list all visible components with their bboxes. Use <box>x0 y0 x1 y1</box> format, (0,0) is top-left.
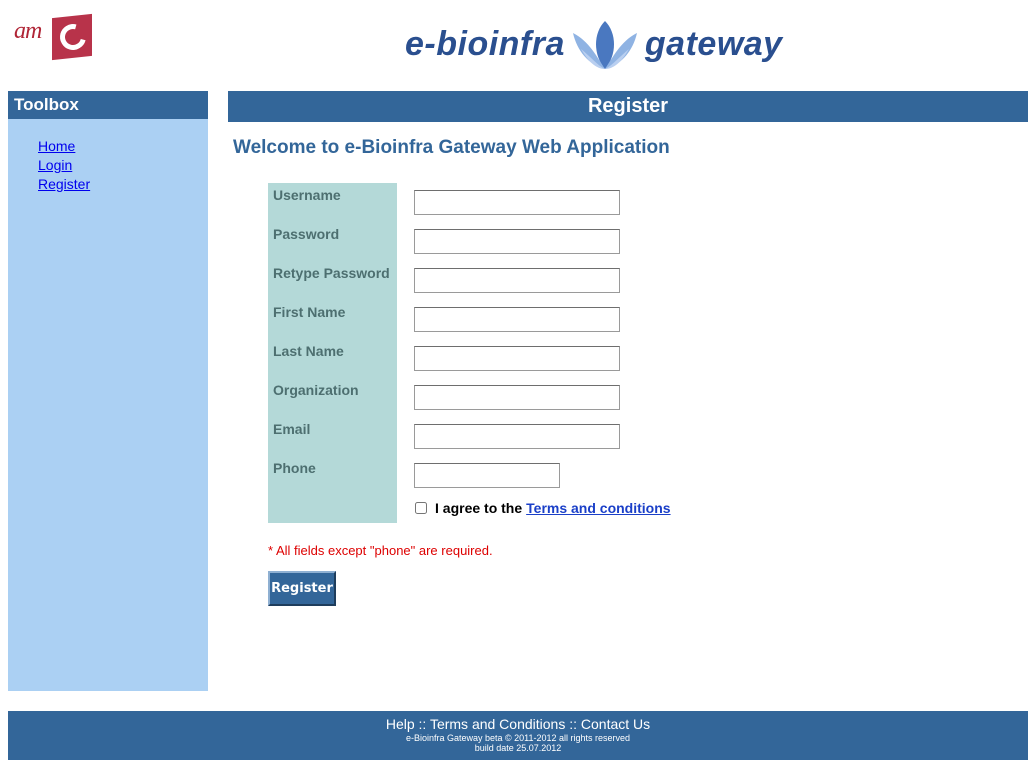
sidebar-title: Toolbox <box>8 91 208 119</box>
form-labels-panel: Username Password Retype Password First … <box>268 183 397 523</box>
footer-links: Help :: Terms and Conditions :: Contact … <box>8 711 1028 733</box>
login-link[interactable]: Login <box>38 157 72 173</box>
brand-text-left: e-bioinfra <box>405 24 565 63</box>
footer-separator: :: <box>565 716 581 732</box>
terms-link[interactable]: Terms and conditions <box>526 500 670 516</box>
register-link[interactable]: Register <box>38 176 90 192</box>
amc-logo: am <box>14 13 94 62</box>
sidebar-item-home: Home <box>38 137 208 156</box>
last-name-label: Last Name <box>273 343 344 359</box>
brand-text-right: gateway <box>644 24 783 63</box>
sidebar-item-register: Register <box>38 175 208 194</box>
email-label: Email <box>273 421 311 437</box>
password-input[interactable] <box>414 229 620 254</box>
terms-agreement-row: I agree to the Terms and conditions <box>414 500 671 516</box>
register-button[interactable]: Register <box>268 571 336 606</box>
footer-contact-link[interactable]: Contact Us <box>581 716 650 732</box>
password-label: Password <box>273 226 340 242</box>
phone-label: Phone <box>273 460 316 476</box>
retype-password-input[interactable] <box>414 268 620 293</box>
first-name-input[interactable] <box>414 307 620 332</box>
agree-text: I agree to the <box>435 500 523 516</box>
home-link[interactable]: Home <box>38 138 75 154</box>
sidebar-toolbox: Toolbox Home Login Register <box>8 91 208 691</box>
required-fields-note: * All fields except "phone" are required… <box>268 543 493 558</box>
username-label: Username <box>273 187 341 203</box>
footer-copyright: e-Bioinfra Gateway beta © 2011-2012 all … <box>405 733 631 743</box>
organization-label: Organization <box>273 382 359 398</box>
footer: Help :: Terms and Conditions :: Contact … <box>8 711 1028 760</box>
gateway-logo: e-bioinfra gateway <box>405 14 783 74</box>
email-input[interactable] <box>414 424 620 449</box>
page-title-bar: Register <box>228 91 1028 122</box>
first-name-label: First Name <box>273 304 346 320</box>
retype-password-label: Retype Password <box>273 265 390 281</box>
footer-terms-link[interactable]: Terms and Conditions <box>430 716 565 732</box>
organization-input[interactable] <box>414 385 620 410</box>
welcome-heading: Welcome to e-Bioinfra Gateway Web Applic… <box>233 137 670 158</box>
footer-separator: :: <box>414 716 430 732</box>
lotus-icon <box>572 21 637 69</box>
sidebar-links: Home Login Register <box>8 119 208 194</box>
last-name-input[interactable] <box>414 346 620 371</box>
amc-logo-text: am <box>14 18 42 44</box>
username-input[interactable] <box>414 190 620 215</box>
sidebar-item-login: Login <box>38 156 208 175</box>
phone-input[interactable] <box>414 463 560 488</box>
footer-help-link[interactable]: Help <box>386 716 415 732</box>
footer-build-date: build date 25.07.2012 <box>474 743 562 753</box>
terms-checkbox[interactable] <box>415 502 427 514</box>
